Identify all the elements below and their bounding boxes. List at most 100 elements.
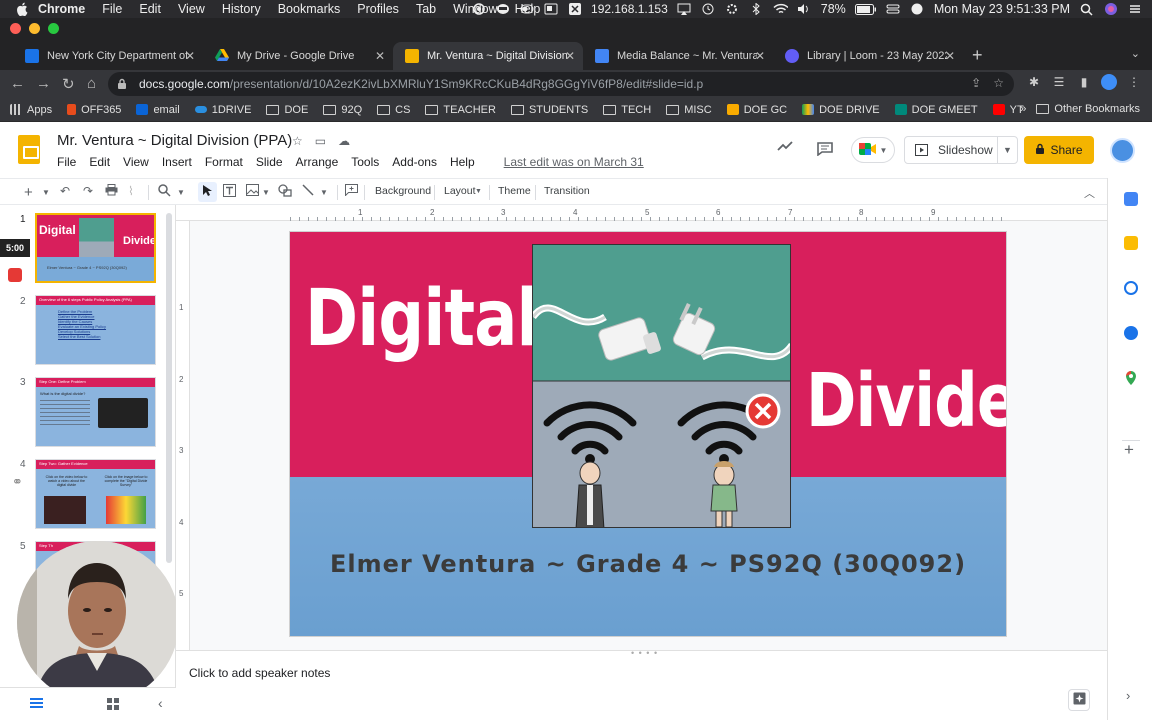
redo-icon[interactable]: ↷: [83, 184, 93, 198]
menu-help[interactable]: Help: [450, 155, 475, 169]
google-slides-logo-icon[interactable]: [18, 135, 40, 164]
loom-icon[interactable]: [495, 3, 510, 16]
apple-icon[interactable]: [16, 2, 30, 16]
chrome-menu-icon[interactable]: ⋮: [1126, 74, 1142, 90]
resize-grip-icon[interactable]: • • • •: [631, 648, 658, 658]
insert-image-icon[interactable]: [246, 184, 259, 196]
share-page-icon[interactable]: ⇪: [971, 76, 981, 90]
bookmark-doe-drive[interactable]: DOE DRIVE: [802, 104, 880, 116]
battery-icon[interactable]: [854, 3, 877, 16]
bookmark-folder-students[interactable]: STUDENTS: [510, 104, 588, 116]
line-tool-icon[interactable]: [302, 184, 314, 196]
menu-addons[interactable]: Add-ons: [392, 155, 437, 169]
spotlight-search-icon[interactable]: [1079, 3, 1094, 16]
close-window-button[interactable]: [10, 23, 21, 34]
more-bookmarks-chevron-icon[interactable]: »: [1020, 103, 1026, 115]
bookmark-yt[interactable]: YT: [992, 104, 1024, 116]
move-folder-icon[interactable]: ▭: [315, 134, 326, 148]
bookmark-folder-misc[interactable]: MISC: [666, 104, 712, 116]
clock[interactable]: Mon May 23 9:51:33 PM: [934, 2, 1070, 16]
lock-icon[interactable]: [117, 78, 127, 93]
new-slide-plus-icon[interactable]: +: [24, 184, 33, 201]
tasks-icon[interactable]: [1124, 281, 1138, 295]
transition-button[interactable]: Transition: [544, 185, 590, 197]
slide-thumbnail-1[interactable]: Digital Divide Elmer Ventura ~ Grade 4 ~…: [35, 213, 156, 283]
menu-file[interactable]: File: [57, 155, 76, 169]
window-icon[interactable]: [543, 3, 558, 16]
slide-thumbnail-2[interactable]: Overview of the 6 steps Public Policy An…: [35, 295, 156, 365]
user-switch-icon[interactable]: [910, 3, 925, 16]
hide-filmstrip-chevron-icon[interactable]: ‹: [158, 695, 163, 711]
zoom-window-button[interactable]: [48, 23, 59, 34]
zoom-icon[interactable]: [158, 184, 171, 197]
account-avatar[interactable]: [1110, 138, 1135, 163]
contacts-icon[interactable]: [1124, 326, 1138, 340]
maps-pin-icon[interactable]: [1124, 370, 1138, 385]
bookmark-folder-tech[interactable]: TECH: [603, 104, 651, 116]
close-tab-icon[interactable]: ✕: [945, 49, 955, 63]
add-comment-icon[interactable]: [345, 184, 358, 196]
text-box-icon[interactable]: [223, 184, 236, 197]
show-side-panel-chevron-icon[interactable]: ›: [1126, 688, 1130, 703]
menu-tab[interactable]: Tab: [416, 2, 436, 16]
bluetooth-icon[interactable]: [749, 3, 764, 16]
bookmark-folder-cs[interactable]: CS: [377, 104, 410, 116]
menu-history[interactable]: History: [222, 2, 261, 16]
current-slide[interactable]: Digital Divide Elmer Ventura ~ Grade 4 ~…: [290, 232, 1006, 636]
background-button[interactable]: Background: [375, 185, 431, 197]
print-icon[interactable]: [105, 184, 118, 196]
menu-file[interactable]: File: [102, 2, 122, 16]
menu-insert[interactable]: Insert: [162, 155, 192, 169]
bookmark-off365[interactable]: OFF365: [67, 104, 121, 116]
calendar-icon[interactable]: [1124, 192, 1138, 206]
menu-bookmarks[interactable]: Bookmarks: [278, 2, 341, 16]
menu-arrange[interactable]: Arrange: [296, 155, 339, 169]
menu-edit[interactable]: Edit: [89, 155, 110, 169]
tab-slides-active[interactable]: Mr. Ventura ~ Digital Division ( ✕: [393, 42, 583, 70]
airplay-icon[interactable]: [677, 3, 692, 16]
screen-record-icon[interactable]: [471, 3, 486, 16]
document-title[interactable]: Mr. Ventura ~ Digital Division (PPA): [57, 132, 292, 149]
forward-arrow-icon[interactable]: →: [36, 75, 51, 92]
volume-icon[interactable]: [797, 3, 812, 16]
bookmark-1drive[interactable]: 1DRIVE: [194, 104, 251, 116]
new-slide-dropdown-icon[interactable]: ▼: [42, 188, 50, 197]
tab-media-balance[interactable]: Media Balance ~ Mr. Ventura 3 ✕: [583, 42, 773, 70]
bookmark-folder-doe[interactable]: DOE: [266, 104, 308, 116]
last-edit-link[interactable]: Last edit was on March 31: [504, 155, 644, 169]
comments-icon[interactable]: [817, 142, 833, 159]
slideshow-button[interactable]: Slideshow ▼: [904, 136, 1018, 164]
toggle-icon[interactable]: [519, 3, 534, 16]
close-tab-icon[interactable]: ✕: [375, 49, 385, 63]
menu-app-name[interactable]: Chrome: [38, 2, 85, 16]
slide-title-divide[interactable]: Divide: [806, 358, 1006, 444]
digital-divide-illustration[interactable]: [532, 244, 791, 528]
home-icon[interactable]: ⌂: [87, 75, 96, 92]
grid-view-icon[interactable]: [107, 698, 120, 713]
share-button[interactable]: Share: [1024, 136, 1094, 164]
time-machine-icon[interactable]: [701, 3, 716, 16]
profile-avatar-icon[interactable]: [1101, 74, 1117, 90]
menu-edit[interactable]: Edit: [139, 2, 161, 16]
side-panel-icon[interactable]: ▮: [1076, 74, 1092, 90]
tab-nyc-doe[interactable]: New York City Department of E ✕: [13, 42, 203, 70]
loom-record-stop-icon[interactable]: [8, 268, 22, 282]
layout-dropdown-icon[interactable]: ▼: [475, 188, 482, 195]
menu-format[interactable]: Format: [205, 155, 243, 169]
tab-loom-library[interactable]: Library | Loom - 23 May 2022 ✕: [773, 42, 963, 70]
wifi-icon[interactable]: [773, 3, 788, 16]
bookmark-doe-gc[interactable]: DOE GC: [726, 104, 787, 116]
select-cursor-icon[interactable]: [202, 184, 212, 197]
get-addons-plus-icon[interactable]: +: [1124, 440, 1134, 460]
menu-tools[interactable]: Tools: [351, 155, 379, 169]
filmstrip-scrollbar[interactable]: [166, 213, 172, 563]
theme-button[interactable]: Theme: [498, 185, 531, 197]
shape-icon[interactable]: [278, 184, 292, 197]
filmstrip-view-icon[interactable]: [30, 698, 43, 712]
undo-icon[interactable]: ↶: [60, 184, 70, 198]
slide-title-digital[interactable]: Digital: [305, 274, 538, 364]
vertical-ruler[interactable]: 1 2 3 4 5: [176, 221, 190, 650]
tab-search-chevron-icon[interactable]: ⌄: [1131, 47, 1140, 60]
menu-view[interactable]: View: [123, 155, 149, 169]
slide-thumbnail-4[interactable]: Step Two: Gather Evidence Click on the v…: [35, 459, 156, 529]
